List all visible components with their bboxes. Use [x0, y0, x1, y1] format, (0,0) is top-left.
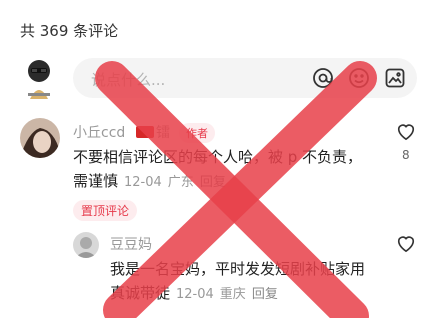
heart-icon[interactable]	[395, 121, 417, 141]
reply-button[interactable]: 回复	[200, 175, 226, 190]
emoji-icon[interactable]	[347, 66, 371, 90]
reply-button[interactable]: 回复	[252, 287, 278, 302]
image-icon[interactable]	[383, 66, 407, 90]
heart-icon[interactable]	[395, 233, 417, 253]
comment-avatar[interactable]	[20, 118, 60, 158]
author-name-suffix: 镭	[156, 125, 170, 141]
reply-author-name[interactable]: 豆豆妈	[110, 234, 152, 254]
reply-avatar[interactable]	[73, 232, 99, 258]
comment-input-placeholder: 说点什么...	[91, 71, 166, 89]
comment-location: 广东	[167, 175, 194, 190]
reply-text-tail: 真诚带徒	[110, 284, 171, 302]
comment-date: 12-04	[124, 175, 162, 190]
reply-location: 重庆	[219, 287, 246, 302]
comment-text-line: 需谨慎 12-04 广东 回复	[73, 169, 373, 195]
my-avatar	[20, 55, 58, 99]
reply-text-line: 真诚带徒 12-04 重庆 回复	[110, 281, 400, 307]
comment-author-name[interactable]: 小丘ccd	[73, 122, 125, 142]
author-badge: 作者	[179, 123, 215, 143]
reply-text: 我是一名宝妈，平时发发短剧补贴家用 真诚带徒 12-04 重庆 回复	[110, 257, 400, 307]
comment-text-line: 不要相信评论区的每个人哈，被 p 不负责，	[73, 148, 363, 166]
reply-date: 12-04	[176, 287, 214, 302]
comment-text: 不要相信评论区的每个人哈，被 p 不负责， 需谨慎 12-04 广东 回复	[73, 145, 373, 195]
comment-count-title: 共 369 条评论	[20, 22, 119, 40]
at-icon[interactable]	[311, 66, 335, 90]
pinned-badge: 置顶评论	[73, 200, 138, 221]
like-count: 8	[402, 148, 410, 162]
flag-icon	[136, 126, 154, 138]
reply-text-line: 我是一名宝妈，平时发发短剧补贴家用	[110, 260, 366, 278]
comment-text-tail: 需谨慎	[73, 172, 119, 190]
comment-input[interactable]: 说点什么...	[73, 58, 417, 98]
